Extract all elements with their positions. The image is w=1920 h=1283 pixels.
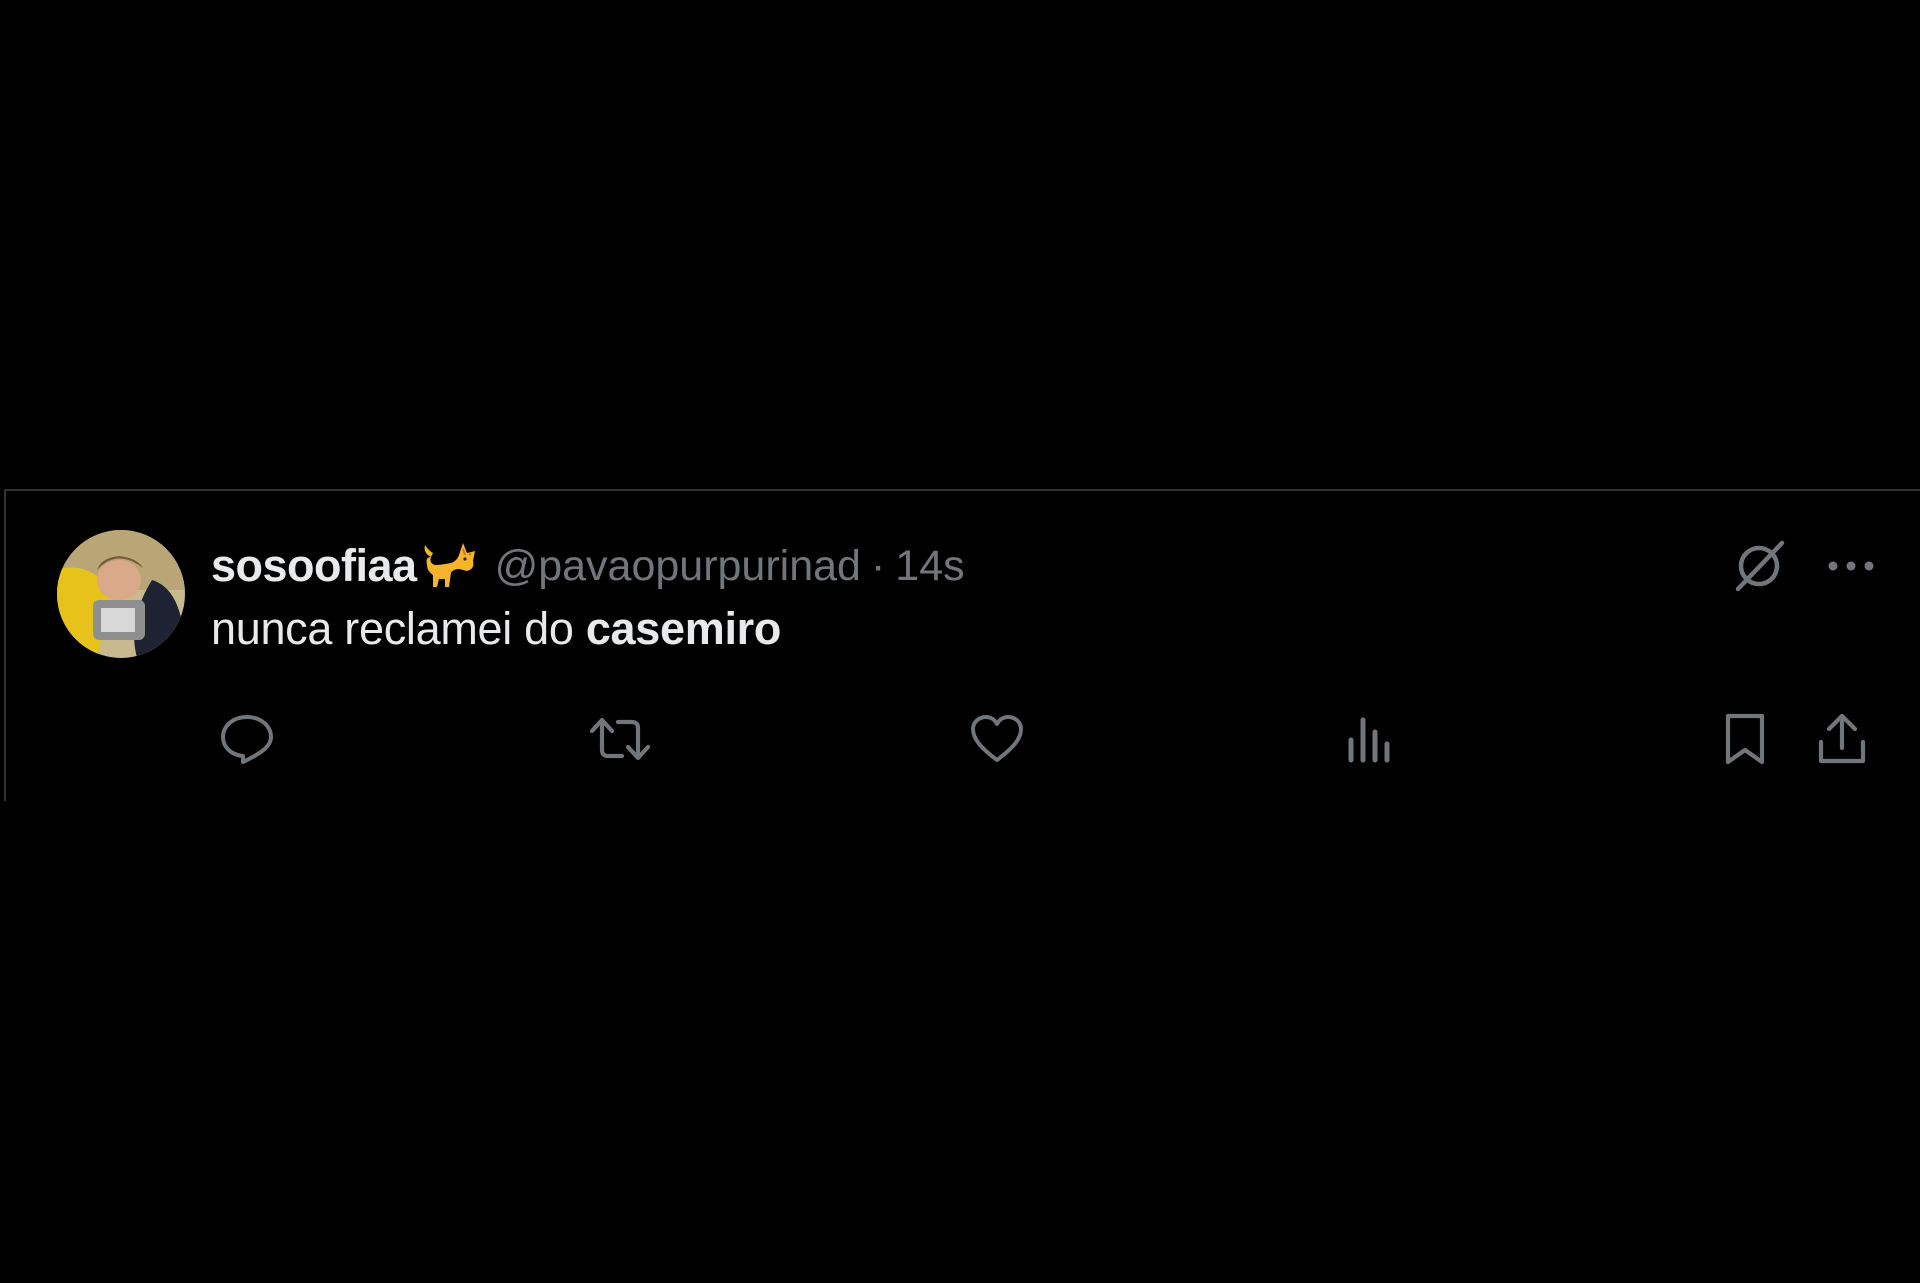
tweet-text: nunca reclamei do casemiro: [211, 603, 781, 655]
avatar[interactable]: [57, 530, 185, 658]
bookmark-icon[interactable]: [1723, 709, 1767, 769]
display-name[interactable]: sosoofiaa: [211, 540, 417, 592]
tweet-text-plain: nunca reclamei do: [211, 603, 586, 654]
user-handle[interactable]: @pavaopurpurinad: [495, 542, 861, 591]
share-icon[interactable]: [1817, 709, 1867, 769]
cat-emoji-icon: [419, 535, 481, 597]
views-icon[interactable]: [1346, 709, 1392, 769]
avatar-image: [57, 530, 185, 658]
like-icon[interactable]: [969, 709, 1025, 769]
tweet-card[interactable]: sosoofiaa @pavaopurpurinad · 14s nunca r…: [4, 489, 1920, 801]
reply-icon[interactable]: [219, 709, 275, 769]
action-bar: [211, 709, 1867, 769]
tweet-text-bold: casemiro: [585, 603, 782, 654]
more-icon[interactable]: [1826, 556, 1876, 576]
tweet-header: sosoofiaa @pavaopurpurinad · 14s: [211, 534, 965, 598]
separator-dot: ·: [870, 541, 886, 590]
retweet-icon[interactable]: [590, 709, 650, 769]
grok-icon[interactable]: [1730, 537, 1788, 595]
top-icons: [1730, 537, 1876, 595]
timestamp[interactable]: 14s: [895, 542, 964, 591]
